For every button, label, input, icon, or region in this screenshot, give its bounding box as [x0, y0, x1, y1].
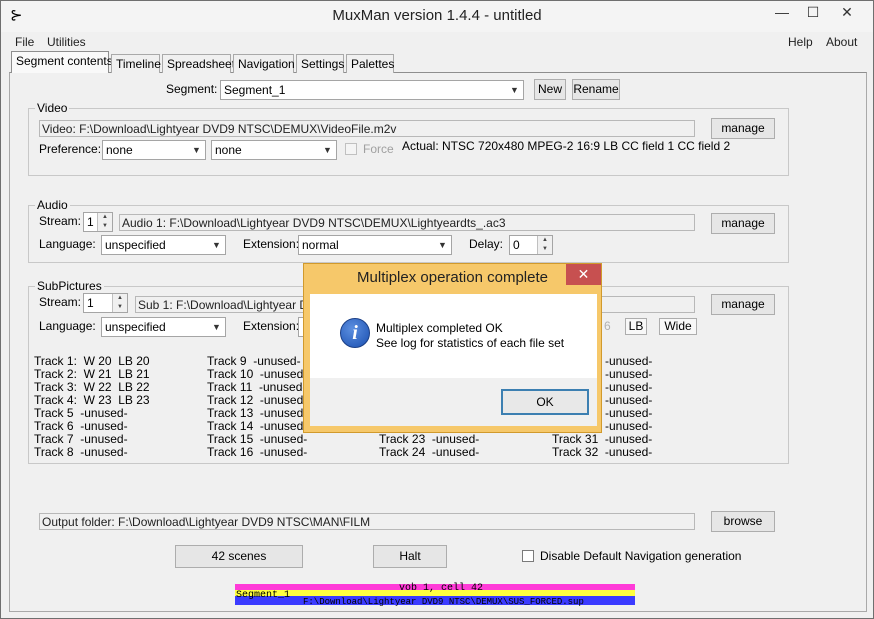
tab-segment-contents[interactable]: Segment contents: [11, 51, 113, 73]
dialog-title: Multiplex operation complete: [357, 269, 548, 286]
scenes-button[interactable]: 42 scenes: [175, 545, 303, 568]
dialog-body: i Multiplex completed OK See log for sta…: [310, 294, 597, 378]
delay-label: Delay:: [469, 237, 504, 251]
disable-nav-checkbox[interactable]: [522, 550, 534, 562]
new-segment-button[interactable]: New: [534, 79, 566, 100]
audio-extension-select[interactable]: normal ▼: [298, 235, 452, 255]
lb-toggle[interactable]: LB: [625, 318, 647, 335]
audio-stream-value: 1: [87, 215, 94, 229]
menu-help[interactable]: Help: [788, 35, 813, 49]
chevron-down-icon[interactable]: ▼: [506, 81, 523, 99]
browse-button[interactable]: browse: [711, 511, 775, 532]
main-window: ⊱ MuxMan version 1.4.4 - untitled — ☐ ✕ …: [0, 0, 874, 619]
menu-about[interactable]: About: [826, 35, 857, 49]
audio-file-field: Audio 1: F:\Download\Lightyear DVD9 NTSC…: [119, 214, 695, 231]
preference-select-1[interactable]: none ▼: [102, 140, 206, 160]
audio-stream-label: Stream:: [39, 214, 82, 228]
audio-group-title: Audio: [35, 198, 70, 212]
sub-option-six: 6: [604, 319, 611, 333]
dialog-message-line-1: Multiplex completed OK: [376, 321, 503, 335]
tracks-column-4: Track 31 -unused- Track 32 -unused-: [552, 433, 652, 459]
audio-manage-button[interactable]: manage: [711, 213, 775, 234]
chevron-down-icon[interactable]: ▼: [434, 236, 451, 254]
video-actual-info: Actual: NTSC 720x480 MPEG-2 16:9 LB CC f…: [402, 139, 731, 153]
sub-extension-label: Extension:: [243, 319, 300, 333]
audio-stream-spinner[interactable]: 1 ▲ ▼: [83, 212, 113, 232]
video-group-title: Video: [35, 101, 70, 115]
video-manage-button[interactable]: manage: [711, 118, 775, 139]
track-row: Track 8 -unused-: [34, 445, 128, 459]
track-row: Track 16 -unused-: [207, 445, 308, 459]
sub-stream-spinner[interactable]: 1 ▲ ▼: [83, 293, 128, 313]
audio-language-select[interactable]: unspecified ▼: [101, 235, 226, 255]
tracks-column-4-top: -unused- -unused- -unused- -unused- -unu…: [605, 355, 652, 433]
preference-label: Preference:: [39, 142, 102, 156]
file-progress-text: F:\Download\Lightyear DVD9 NTSC\DEMUX\SU…: [303, 597, 584, 607]
title-bar[interactable]: ⊱ MuxMan version 1.4.4 - untitled — ☐ ✕: [1, 1, 873, 32]
tab-settings[interactable]: Settings: [296, 54, 344, 73]
spin-down-icon[interactable]: ▼: [97, 222, 112, 231]
dialog-footer: OK: [310, 378, 597, 426]
video-file-field: Video: F:\Download\Lightyear DVD9 NTSC\D…: [39, 120, 695, 137]
tab-navigation[interactable]: Navigation: [233, 54, 295, 73]
close-button[interactable]: ✕: [832, 2, 862, 24]
audio-extension-value: normal: [302, 238, 339, 252]
track-row: Track 24 -unused-: [379, 445, 480, 459]
dialog-message-line-2: See log for statistics of each file set: [376, 336, 565, 350]
sub-language-label: Language:: [39, 319, 96, 333]
audio-language-label: Language:: [39, 237, 96, 251]
window-title: MuxMan version 1.4.4 - untitled: [332, 7, 542, 24]
sub-manage-button[interactable]: manage: [711, 294, 775, 315]
minimize-button[interactable]: —: [767, 2, 797, 24]
tracks-column-3: Track 23 -unused- Track 24 -unused-: [379, 433, 479, 459]
audio-language-value: unspecified: [105, 238, 166, 252]
sub-language-select[interactable]: unspecified ▼: [101, 317, 226, 337]
rename-segment-button[interactable]: Rename: [572, 79, 620, 100]
ok-button[interactable]: OK: [501, 389, 589, 415]
spin-up-icon[interactable]: ▲: [112, 294, 127, 303]
menu-file[interactable]: File: [15, 35, 34, 49]
segment-value: Segment_1: [224, 83, 286, 97]
chevron-down-icon[interactable]: ▼: [188, 141, 205, 159]
tab-timeline[interactable]: Timeline: [111, 54, 161, 73]
force-label: Force: [363, 142, 394, 156]
spin-down-icon[interactable]: ▼: [537, 245, 552, 254]
spin-down-icon[interactable]: ▼: [112, 303, 127, 312]
subpictures-group-title: SubPictures: [35, 279, 104, 293]
force-checkbox[interactable]: [345, 143, 357, 155]
spin-up-icon[interactable]: ▲: [97, 213, 112, 222]
preference-value-2: none: [215, 143, 242, 157]
sub-language-value: unspecified: [105, 320, 166, 334]
sub-stream-label: Stream:: [39, 295, 82, 309]
menu-utilities[interactable]: Utilities: [47, 35, 86, 49]
preference-select-2[interactable]: none ▼: [211, 140, 337, 160]
dialog-close-button[interactable]: ✕: [566, 264, 601, 285]
menu-bar: File Utilities Help About: [9, 33, 867, 51]
maximize-button[interactable]: ☐: [798, 2, 828, 24]
vob-cell-text: vob 1, cell 42: [399, 583, 484, 594]
sub-stream-value: 1: [87, 296, 94, 310]
audio-extension-label: Extension:: [243, 237, 300, 251]
segment-select[interactable]: Segment_1 ▼: [220, 80, 524, 100]
wide-toggle[interactable]: Wide: [659, 318, 697, 335]
segment-label: Segment:: [166, 82, 218, 96]
tracks-column-2: Track 9 -unused- Track 10 -unused- Track…: [207, 355, 307, 459]
track-row: Track 32 -unused-: [552, 445, 653, 459]
output-folder-field: Output folder: F:\Download\Lightyear DVD…: [39, 513, 695, 530]
delay-value: 0: [513, 238, 520, 252]
chevron-down-icon[interactable]: ▼: [208, 236, 225, 254]
disable-nav-label: Disable Default Navigation generation: [540, 549, 742, 563]
chevron-down-icon[interactable]: ▼: [319, 141, 336, 159]
halt-button[interactable]: Halt: [373, 545, 447, 568]
segment-progress-text: Segment_1: [236, 590, 291, 601]
chevron-down-icon[interactable]: ▼: [208, 318, 225, 336]
spin-up-icon[interactable]: ▲: [537, 236, 552, 245]
preference-value-1: none: [106, 143, 133, 157]
info-icon: i: [340, 318, 370, 348]
tracks-column-1: Track 1: W 20 LB 20 Track 2: W 21 LB 21 …: [34, 355, 150, 459]
tab-spreadsheet[interactable]: Spreadsheet: [162, 54, 235, 73]
multiplex-complete-dialog: Multiplex operation complete ✕ i Multipl…: [303, 263, 602, 433]
delay-spinner[interactable]: 0 ▲ ▼: [509, 235, 553, 255]
tab-palettes[interactable]: Palettes: [346, 54, 394, 73]
